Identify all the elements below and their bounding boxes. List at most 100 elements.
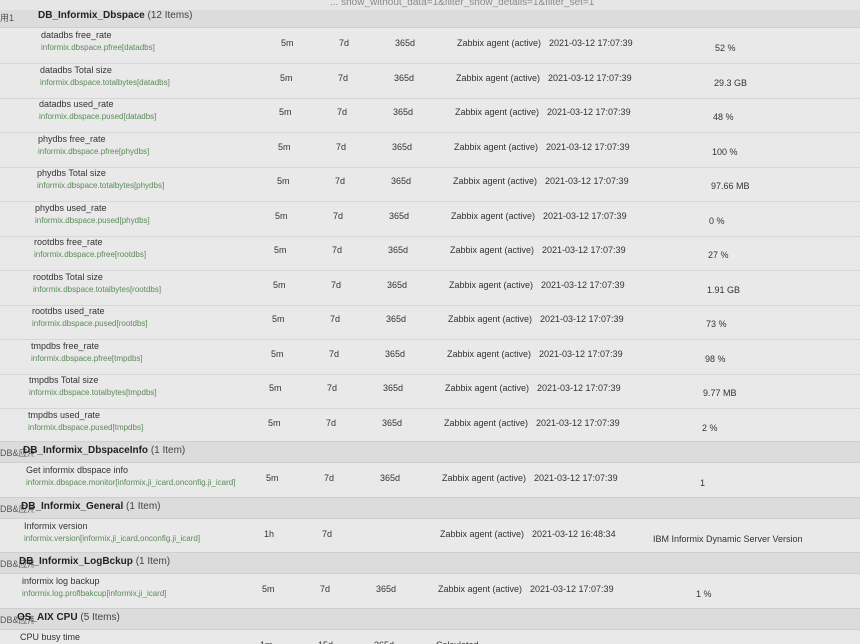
trends-period: 365d [374, 640, 394, 644]
table-row: datadbs Total size informix.dbspace.total… [0, 62, 860, 99]
last-value: IBM Informix Dynamic Server Version [653, 533, 803, 544]
last-check: 2021-03-12 17:07:39 [548, 72, 632, 83]
group-name[interactable]: OS_AIX CPU (5 Items) [17, 612, 120, 623]
item-name[interactable]: phydbs used_rate [35, 203, 107, 213]
item-key: informix.dbspace.pfree[rootdbs] [34, 250, 147, 259]
item-type: Zabbix agent (active) [449, 279, 534, 290]
trends-period: 365d [394, 72, 415, 83]
history-period: 7d [329, 348, 340, 359]
item-name[interactable]: phydbs free_rate [38, 134, 106, 144]
last-check: 2021-03-12 17:07:39 [530, 584, 614, 594]
item-name[interactable]: datadbs free_rate [41, 30, 112, 40]
item-type: Zabbix agent (active) [456, 72, 541, 83]
item-name[interactable]: rootdbs Total size [33, 272, 103, 282]
trends-period: 365d [391, 176, 412, 186]
table-row: Informix version informix.version[informi… [0, 518, 860, 555]
trends-period: 365d [385, 348, 406, 359]
item-type: Zabbix agent (active) [453, 176, 538, 186]
item-name[interactable]: CPU busy time [20, 632, 80, 642]
trends-period: 365d [386, 314, 407, 324]
item-type: Zabbix agent (active) [455, 107, 540, 117]
trends-period: 365d [395, 38, 416, 48]
history-period: 7d [331, 279, 342, 290]
group-name[interactable]: DB_Informix_LogBckup (1 Item) [19, 556, 170, 567]
item-name[interactable]: Informix version [24, 521, 88, 531]
update-interval: 5m [280, 72, 293, 83]
item-type: Zabbix agent (active) [447, 348, 532, 359]
item-name[interactable]: informix log backup [22, 576, 100, 586]
item-key: informix.dbspace.pfree[phydbs] [38, 146, 150, 156]
item-name[interactable]: datadbs used_rate [39, 99, 114, 109]
item-name[interactable]: rootdbs used_rate [32, 306, 105, 316]
history-period: 7d [322, 528, 333, 539]
group-header: DB&应用1DB_Informix_LogBckup (1 Item) [0, 552, 860, 574]
item-type: Calculated [436, 640, 479, 644]
table-row: phydbs free_rate informix.dbspace.pfree[p… [0, 131, 860, 168]
update-interval: 5m [271, 348, 284, 359]
item-type: Zabbix agent (active) [444, 417, 529, 428]
item-name[interactable]: tmpdbs Total size [29, 375, 98, 385]
update-interval: 5m [272, 314, 285, 324]
item-type: Zabbix agent (active) [442, 473, 527, 483]
history-period: 7d [320, 584, 331, 594]
group-header: 用1 DB_Informix_Dbspace (12 Items) [0, 10, 860, 28]
trends-period: 365d [388, 245, 409, 255]
trends-period: 365d [382, 417, 403, 428]
group-name[interactable]: DB_Informix_DbspaceInfo (1 Item) [23, 445, 185, 456]
last-check: 2021-03-12 17:07:39 [537, 383, 621, 393]
table-row: datadbs free_rate informix.dbspace.pfree[… [0, 27, 860, 64]
item-name[interactable]: tmpdbs used_rate [28, 410, 100, 420]
group-count: (1 Item) [135, 556, 171, 567]
item-key: informix.dbspace.totalbytes[phydbs] [37, 181, 165, 190]
item-key: informix.dbspace.totalbytes[tmpdbs] [29, 388, 157, 397]
item-name[interactable]: datadbs Total size [40, 65, 112, 75]
item-type: Zabbix agent (active) [450, 245, 535, 255]
update-interval: 1h [264, 528, 275, 539]
item-type: Zabbix agent (active) [454, 141, 539, 152]
item-key: informix.dbspace.pfree[tmpdbs] [31, 353, 143, 363]
history-period: 7d [327, 383, 338, 393]
last-value: 1.91 GB [707, 284, 741, 295]
update-interval: 5m [277, 176, 290, 186]
last-check: 2021-03-12 17:07:39 [543, 210, 627, 221]
item-name[interactable]: Get informix dbspace info [26, 465, 128, 475]
trends-period: 365d [392, 141, 413, 152]
group-header: DB&应用1DB_Informix_General (1 Item) [0, 496, 860, 519]
trends-period: 365d [387, 279, 408, 290]
update-interval: 5m [274, 245, 287, 255]
last-check: 2021-03-12 17:07:39 [546, 141, 630, 152]
item-key: informix.version[informix,ji_icard,oncon… [24, 533, 201, 543]
item-name[interactable]: rootdbs free_rate [34, 237, 103, 247]
last-value: 98 % [705, 353, 726, 364]
table-row: phydbs Total size informix.dbspace.totalb… [0, 165, 860, 202]
history-period: 7d [335, 176, 346, 186]
update-interval: 1m [260, 640, 273, 644]
item-key: informix.dbspace.monitor[informix,ji_ica… [26, 478, 236, 487]
last-value: 52 % [715, 43, 736, 53]
last-check: 2021-03-12 17:07:39 [545, 176, 629, 186]
group-header: DB&应用1DB_Informix_DbspaceInfo (1 Item) [0, 441, 860, 463]
item-key: informix.dbspace.pused[datadbs] [39, 112, 157, 121]
group-name[interactable]: DB_Informix_Dbspace (12 Items) [38, 10, 193, 21]
last-value: 73 % [706, 319, 727, 329]
latest-data-table: 用1 DB_Informix_Dbspace (12 Items) datadbs … [0, 10, 860, 644]
group-name[interactable]: DB_Informix_General (1 Item) [21, 501, 161, 512]
update-interval: 5m [281, 38, 294, 48]
update-interval: 5m [273, 279, 286, 290]
item-name[interactable]: tmpdbs free_rate [31, 341, 99, 351]
group-name-text: DB_Informix_Dbspace [38, 10, 145, 21]
item-name[interactable]: phydbs Total size [37, 168, 106, 178]
table-row: Get informix dbspace info informix.dbspac… [0, 462, 860, 499]
last-value: 0 % [709, 215, 725, 226]
item-key: informix.dbspace.pused[tmpdbs] [28, 422, 144, 432]
last-check: 2021-03-12 17:07:39 [536, 417, 620, 428]
url-text: ... show_without_data=1&filter_show_deta… [330, 0, 595, 8]
group-name-text: DB_Informix_DbspaceInfo [23, 445, 149, 456]
item-key: informix.dbspace.pused[rootdbs] [32, 319, 148, 328]
last-check: 2021-03-12 17:07:39 [549, 38, 633, 48]
item-type: Zabbix agent (active) [438, 584, 523, 594]
trends-period: 365d [383, 383, 404, 393]
group-count: (1 Item) [150, 445, 186, 456]
table-row: rootdbs Total size informix.dbspace.total… [0, 269, 860, 306]
last-value: 1 % [696, 589, 712, 599]
